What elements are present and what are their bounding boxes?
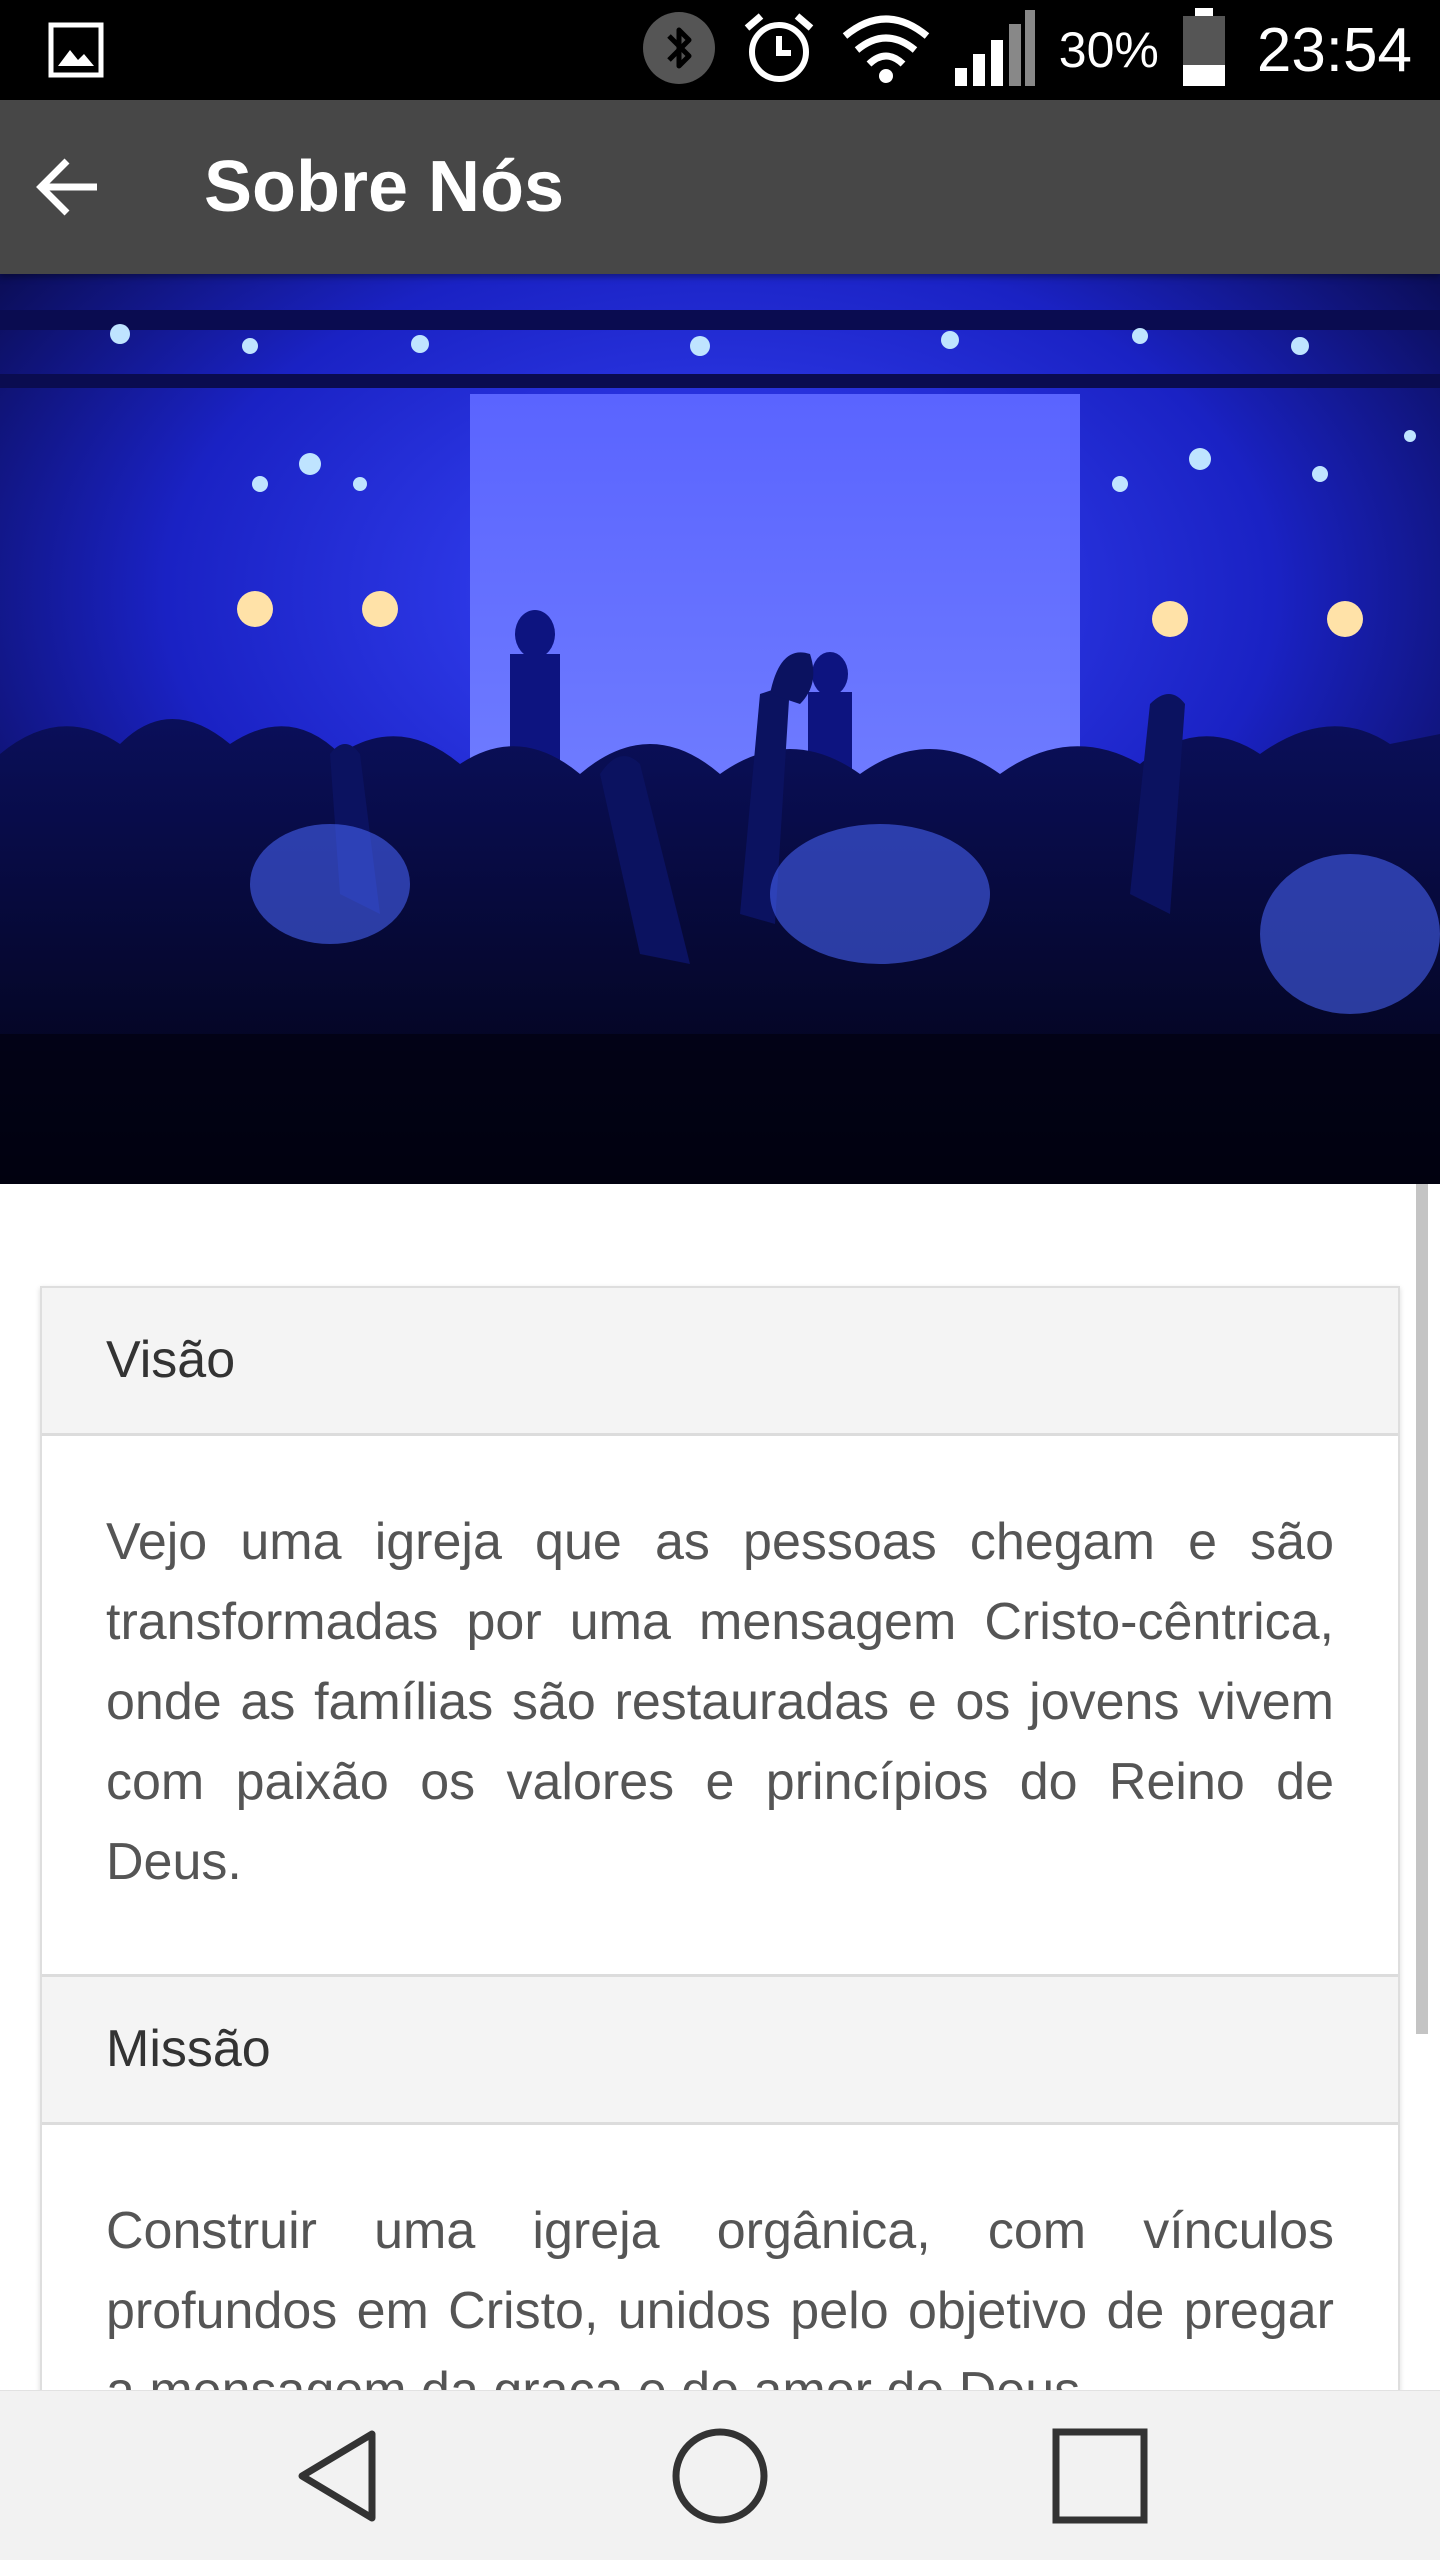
image-notification-icon (48, 22, 104, 83)
section-header-missao: Missão (42, 1977, 1398, 2125)
alarm-icon (739, 8, 819, 93)
status-bar: 30% 23:54 (0, 0, 1440, 100)
content-area[interactable]: Visão Vejo uma igreja que as pessoas che… (0, 1184, 1440, 2390)
screen: 30% 23:54 Sobre Nós Visão Vejo uma igrej… (0, 0, 1440, 2560)
bluetooth-icon (641, 10, 717, 91)
section-header-visao: Visão (42, 1288, 1398, 1436)
back-button[interactable] (28, 147, 108, 227)
nav-home-button[interactable] (670, 2426, 770, 2526)
arrow-left-icon (36, 158, 97, 216)
hero-image (0, 274, 1440, 1184)
scrollbar[interactable] (1416, 1184, 1428, 2034)
battery-icon (1181, 7, 1227, 93)
clock: 23:54 (1256, 15, 1412, 85)
page-title: Sobre Nós (204, 147, 565, 227)
section-body-missao: Construir uma igreja orgânica, com víncu… (106, 2202, 1334, 2390)
signal-icon (953, 8, 1037, 93)
info-panel: Visão Vejo uma igreja que as pessoas che… (40, 1286, 1400, 2390)
wifi-icon (841, 10, 931, 91)
nav-recents-button[interactable] (1050, 2426, 1150, 2526)
triangle-back-icon (298, 2430, 376, 2522)
section-body-visao: Vejo uma igreja que as pessoas chegam e … (42, 1436, 1398, 1977)
circle-home-icon (672, 2428, 768, 2524)
app-bar: Sobre Nós (0, 100, 1440, 274)
battery-percent: 30% (1058, 22, 1159, 78)
navigation-bar (0, 2390, 1440, 2560)
nav-back-button[interactable] (290, 2426, 390, 2526)
square-recents-icon (1052, 2428, 1148, 2524)
